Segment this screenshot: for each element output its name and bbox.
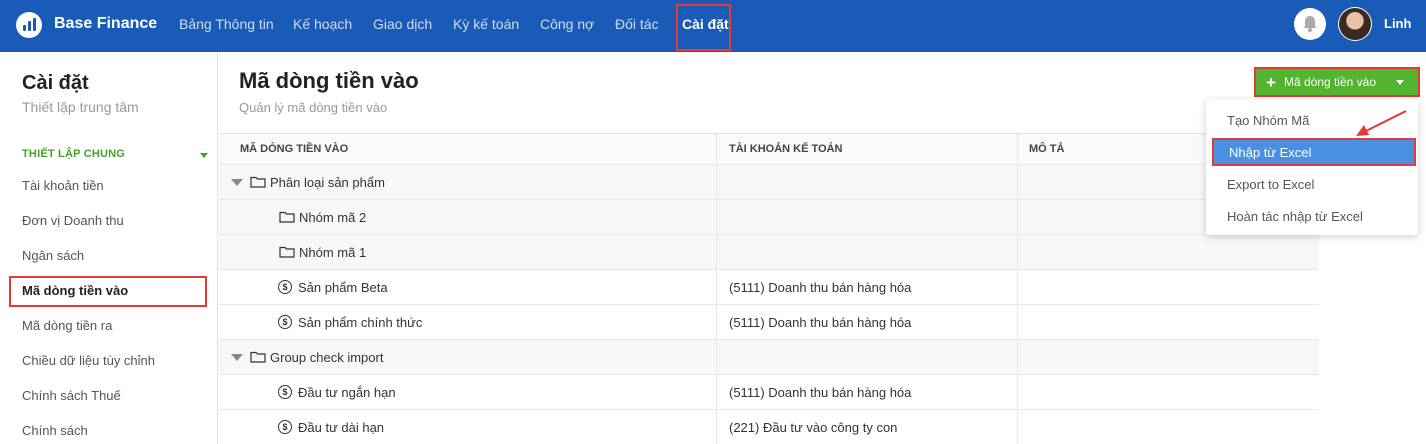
dollar-coin-icon: $ bbox=[278, 280, 292, 294]
row-account bbox=[717, 165, 1018, 199]
table-row[interactable]: Phân loại sản phẩm bbox=[219, 165, 1319, 200]
brand-name[interactable]: Base Finance bbox=[54, 15, 157, 33]
page-subtitle: Quản lý mã dòng tiền vào bbox=[239, 100, 388, 115]
active-item-annotation-box bbox=[9, 276, 207, 307]
avatar[interactable] bbox=[1338, 7, 1372, 41]
table-row[interactable]: $ Đầu tư ngắn hạn (5111) Doanh thu bán h… bbox=[219, 375, 1319, 410]
sidebar-item-tax-policy[interactable]: Chính sách Thuế bbox=[22, 388, 121, 403]
row-name: Đầu tư dài hạn bbox=[298, 419, 385, 435]
nav-item-partners[interactable]: Đối tác bbox=[615, 16, 659, 32]
row-name: Nhóm mã 1 bbox=[299, 244, 367, 260]
row-account bbox=[717, 200, 1018, 234]
table-row[interactable]: Group check import bbox=[219, 340, 1319, 375]
bar-chart-logo-icon[interactable] bbox=[16, 12, 42, 38]
row-name: Sản phẩm Beta bbox=[298, 279, 388, 295]
folder-icon bbox=[250, 176, 266, 188]
chevron-down-icon bbox=[1396, 80, 1404, 85]
menu-item-export-excel[interactable]: Export to Excel bbox=[1206, 169, 1418, 199]
annotation-arrow-icon bbox=[1356, 110, 1407, 136]
sidebar-item-cash-accounts[interactable]: Tài khoản tiền bbox=[22, 178, 104, 193]
row-name: Group check import bbox=[270, 349, 384, 365]
folder-icon bbox=[250, 351, 266, 363]
dollar-coin-icon: $ bbox=[278, 315, 292, 329]
row-description bbox=[1018, 270, 1319, 304]
nav-item-plan[interactable]: Kế hoạch bbox=[293, 16, 352, 32]
nav-item-debts[interactable]: Công nợ bbox=[540, 16, 594, 32]
row-description bbox=[1018, 305, 1319, 339]
row-name: Phân loại sản phẩm bbox=[270, 174, 385, 190]
row-name: Nhóm mã 2 bbox=[299, 209, 367, 225]
row-description bbox=[1018, 235, 1319, 269]
row-account bbox=[717, 235, 1018, 269]
column-header-account[interactable]: TÀI KHOẢN KẾ TOÁN bbox=[717, 134, 1018, 164]
table-row[interactable]: $ Sản phẩm chính thức (5111) Doanh thu b… bbox=[219, 305, 1319, 340]
row-description bbox=[1018, 375, 1319, 409]
settings-annotation-box bbox=[676, 4, 731, 51]
table-header-row: MÃ DÒNG TIỀN VÀO TÀI KHOẢN KẾ TOÁN MÔ TẢ bbox=[219, 133, 1319, 165]
nav-item-accounting-period[interactable]: Kỳ kế toán bbox=[453, 16, 519, 32]
sidebar-item-cash-outflow-codes[interactable]: Mã dòng tiền ra bbox=[22, 318, 112, 333]
add-button-label: Mã dòng tiền vào bbox=[1283, 75, 1376, 89]
sidebar-subtitle: Thiết lập trung tâm bbox=[22, 99, 139, 115]
sidebar-item-custom-dimensions[interactable]: Chiều dữ liệu tùy chỉnh bbox=[22, 353, 155, 368]
bell-icon[interactable] bbox=[1294, 8, 1326, 40]
sidebar-item-policy[interactable]: Chính sách bbox=[22, 423, 88, 438]
user-name[interactable]: Linh bbox=[1384, 16, 1411, 31]
menu-item-undo-import[interactable]: Hoàn tác nhập từ Excel bbox=[1206, 201, 1418, 231]
nav-item-transactions[interactable]: Giao dịch bbox=[373, 16, 432, 32]
row-name: Sản phẩm chính thức bbox=[298, 314, 423, 330]
row-account: (5111) Doanh thu bán hàng hóa bbox=[717, 270, 1018, 304]
sidebar-title: Cài đặt bbox=[22, 72, 89, 94]
table-row[interactable]: $ Đầu tư dài hạn (221) Đầu tư vào công t… bbox=[219, 410, 1319, 444]
row-description bbox=[1018, 340, 1319, 374]
add-cash-inflow-code-button[interactable]: + Mã dòng tiền vào bbox=[1254, 67, 1420, 97]
table-row[interactable]: Nhóm mã 2 bbox=[219, 200, 1319, 235]
column-header-code[interactable]: MÃ DÒNG TIỀN VÀO bbox=[219, 134, 717, 164]
folder-icon bbox=[279, 246, 295, 258]
dollar-coin-icon: $ bbox=[278, 385, 292, 399]
sidebar-section-general[interactable]: THIẾT LẬP CHUNG bbox=[22, 148, 125, 160]
sidebar-item-revenue-units[interactable]: Đơn vị Doanh thu bbox=[22, 213, 124, 228]
triangle-down-icon[interactable] bbox=[231, 178, 243, 186]
row-name: Đầu tư ngắn hạn bbox=[298, 384, 396, 400]
row-description bbox=[1018, 410, 1319, 444]
chevron-down-icon[interactable] bbox=[200, 153, 208, 158]
row-account: (5111) Doanh thu bán hàng hóa bbox=[717, 305, 1018, 339]
top-navigation-bar: Base Finance Bảng Thông tin Kế hoạch Gia… bbox=[0, 0, 1426, 52]
row-account bbox=[717, 340, 1018, 374]
row-account: (221) Đầu tư vào công ty con bbox=[717, 410, 1018, 444]
row-account: (5111) Doanh thu bán hàng hóa bbox=[717, 375, 1018, 409]
table-row[interactable]: Nhóm mã 1 bbox=[219, 235, 1319, 270]
triangle-down-icon[interactable] bbox=[231, 353, 243, 361]
sidebar-item-budget[interactable]: Ngân sách bbox=[22, 248, 84, 263]
nav-item-dashboard[interactable]: Bảng Thông tin bbox=[179, 16, 274, 32]
folder-icon bbox=[279, 211, 295, 223]
table-row[interactable]: $ Sản phẩm Beta (5111) Doanh thu bán hàn… bbox=[219, 270, 1319, 305]
plus-icon: + bbox=[1266, 72, 1276, 92]
dollar-coin-icon: $ bbox=[278, 420, 292, 434]
page-title: Mã dòng tiền vào bbox=[239, 68, 419, 93]
settings-sidebar: Cài đặt Thiết lập trung tâm THIẾT LẬP CH… bbox=[0, 52, 218, 444]
